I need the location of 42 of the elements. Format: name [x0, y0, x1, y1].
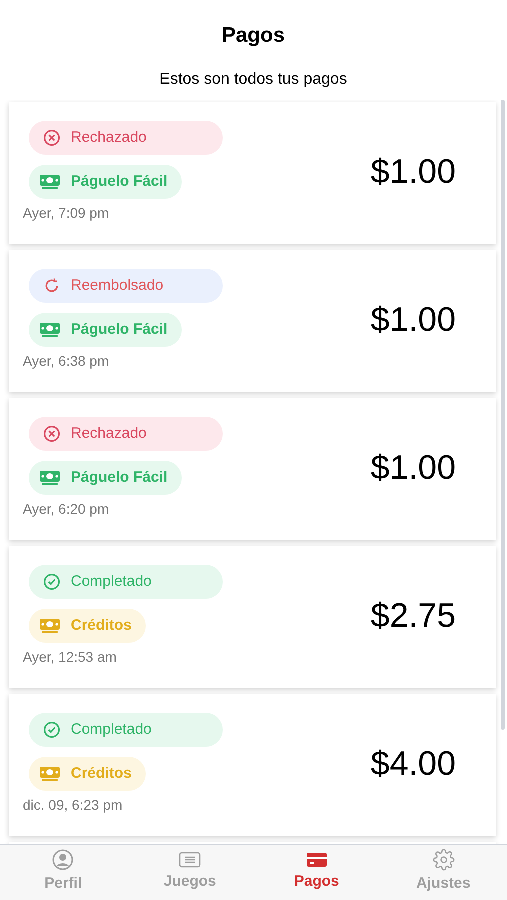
payment-card[interactable]: Rechazado Páguelo Fácil Ayer, 7:09 pm $1.00 — [9, 102, 496, 244]
method-label: Créditos — [71, 764, 132, 784]
banknote-icon — [39, 765, 61, 783]
method-label: Páguelo Fácil — [71, 320, 168, 340]
refresh-icon — [43, 277, 61, 295]
page-title: Pagos — [222, 23, 286, 49]
check-circle-icon — [43, 573, 61, 591]
credit-card-icon — [306, 851, 328, 870]
status-label: Completado — [71, 720, 152, 740]
payment-amount: $1.00 — [370, 448, 456, 489]
banknote-icon — [39, 617, 61, 635]
payment-date: Ayer, 6:38 pm — [23, 352, 110, 371]
method-label: Páguelo Fácil — [71, 468, 168, 488]
payment-amount: $1.00 — [370, 300, 456, 341]
status-label: Rechazado — [71, 128, 147, 148]
payment-card[interactable]: Completado Créditos dic. 09, 6:23 pm $4.00 — [9, 694, 496, 836]
banknote-icon — [39, 321, 61, 339]
nav-tab[interactable]: Pagos — [254, 845, 380, 900]
payment-date: Ayer, 6:20 pm — [23, 500, 110, 519]
payment-amount: $1.00 — [370, 152, 456, 193]
payment-amount: $2.75 — [370, 596, 456, 637]
settings-icon — [432, 849, 455, 872]
x-circle-icon — [43, 129, 61, 147]
check-circle-icon — [43, 721, 61, 739]
payment-date: Ayer, 12:53 am — [23, 648, 117, 667]
list-icon — [179, 851, 202, 870]
payment-amount: $4.00 — [370, 744, 456, 785]
page-subtitle: Estos son todos tus pagos — [160, 70, 348, 90]
status-label: Reembolsado — [71, 276, 164, 296]
x-circle-icon — [43, 425, 61, 443]
payment-date: dic. 09, 6:23 pm — [23, 796, 123, 815]
payment-card[interactable]: Completado Créditos Ayer, 12:53 am $2.75 — [9, 546, 496, 688]
payment-card[interactable]: Reembolsado Páguelo Fácil Ayer, 6:38 pm $1.00 — [9, 250, 496, 392]
payment-date: Ayer, 7:09 pm — [23, 204, 110, 223]
banknote-icon — [39, 173, 61, 191]
user-icon — [52, 849, 74, 872]
method-label: Créditos — [71, 616, 132, 636]
method-label: Páguelo Fácil — [71, 172, 168, 192]
status-label: Completado — [71, 572, 152, 592]
banknote-icon — [39, 469, 61, 487]
status-label: Rechazado — [71, 424, 147, 444]
payment-card[interactable]: Rechazado Páguelo Fácil Ayer, 6:20 pm $1.00 — [9, 398, 496, 540]
